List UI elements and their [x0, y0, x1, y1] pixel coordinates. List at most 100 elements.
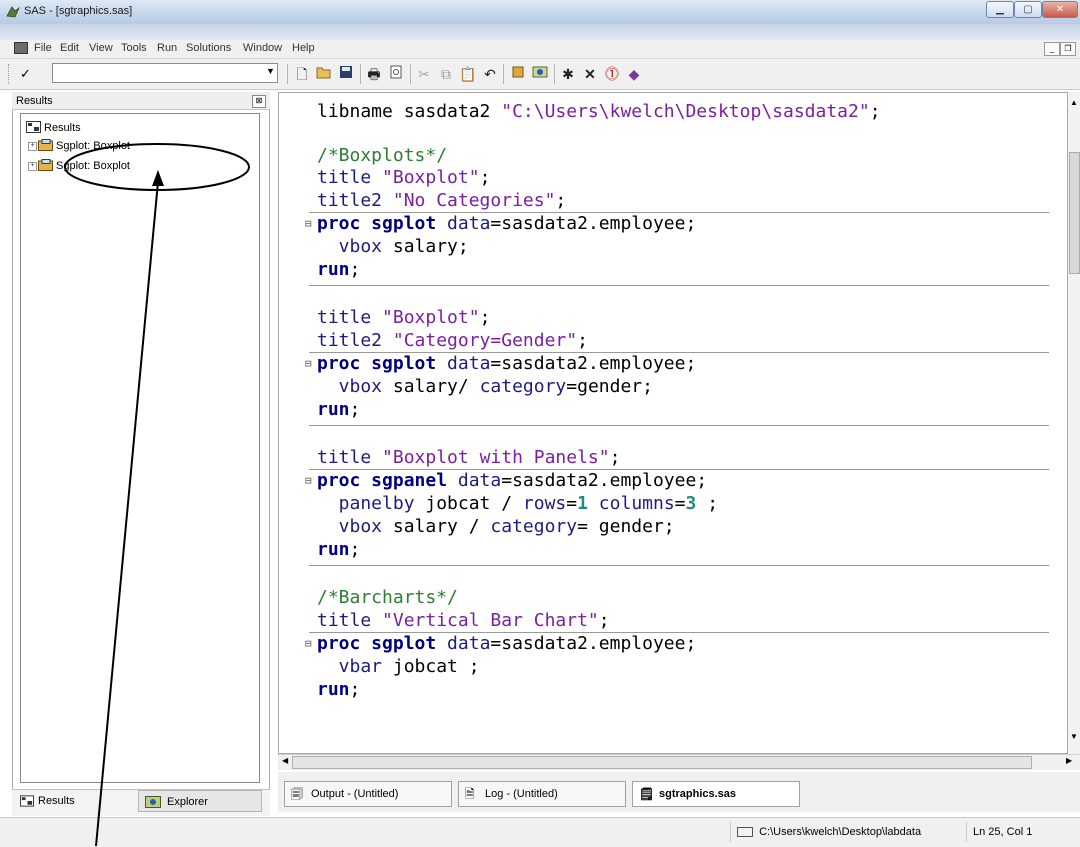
explorer-icon[interactable]: [530, 64, 550, 84]
code-line[interactable]: vbox salary/ category=gender;: [317, 376, 653, 397]
menu-window[interactable]: Window: [243, 42, 282, 54]
code-line[interactable]: run;: [317, 399, 360, 420]
clear-icon[interactable]: ✕: [580, 64, 600, 84]
window-title: SAS - [sgtraphics.sas]: [24, 5, 133, 17]
drive-icon: [737, 827, 753, 838]
step-separator: [309, 285, 1049, 286]
mdi-minimize-button[interactable]: _: [1044, 42, 1060, 56]
code-line[interactable]: proc sgplot data=sasdata2.employee;: [317, 633, 696, 654]
explorer-tab-icon: [145, 796, 161, 808]
code-line[interactable]: run;: [317, 259, 360, 280]
code-line[interactable]: run;: [317, 679, 360, 700]
vertical-scrollbar[interactable]: ▲ ▼: [1068, 92, 1080, 754]
status-path: C:\Users\kwelch\Desktop\labdata: [730, 822, 964, 842]
title-bar: [0, 0, 1080, 25]
run-icon[interactable]: ✱: [558, 64, 578, 84]
menu-edit[interactable]: Edit: [60, 42, 79, 54]
menu-solutions[interactable]: Solutions: [186, 42, 231, 54]
cut-icon[interactable]: ✂: [414, 64, 434, 84]
minimize-icon: ▁: [996, 4, 1004, 15]
program-editor[interactable]: libname sasdata2 "C:\Users\kwelch\Deskto…: [278, 92, 1068, 754]
results-tab-icon: [20, 795, 34, 807]
tab-explorer[interactable]: Explorer: [138, 790, 262, 812]
save-icon[interactable]: [336, 64, 356, 84]
menu-tools[interactable]: Tools: [121, 42, 147, 54]
open-icon[interactable]: [314, 64, 334, 84]
code-line[interactable]: vbox salary;: [317, 236, 469, 257]
horizontal-scrollbar[interactable]: ◀ ▶: [278, 754, 1080, 770]
maximize-icon: ▢: [1023, 4, 1033, 15]
expand-icon[interactable]: +: [28, 162, 37, 171]
command-box[interactable]: [52, 63, 278, 83]
menu-file[interactable]: File: [34, 42, 52, 54]
print-preview-icon[interactable]: [386, 64, 406, 84]
collapse-icon[interactable]: ⊟: [305, 217, 312, 230]
new-library-icon[interactable]: [508, 64, 528, 84]
maximize-button[interactable]: ▢: [1014, 1, 1042, 18]
sas-app-icon[interactable]: [6, 5, 20, 19]
help-icon[interactable]: ◆: [624, 64, 644, 84]
tab-log-label: Log - (Untitled): [485, 788, 558, 800]
document-menu-icon[interactable]: [14, 42, 28, 54]
tab-log[interactable]: 🗎 Log - (Untitled): [458, 781, 626, 807]
results-tree-item[interactable]: Sgplot: Boxplot: [56, 160, 130, 172]
toolbar-separator: [503, 64, 504, 84]
results-root-icon: [26, 121, 41, 133]
results-close-button[interactable]: ⊠: [252, 95, 266, 108]
results-panel-title: Results: [16, 95, 53, 107]
code-line[interactable]: title "Boxplot with Panels";: [317, 447, 620, 468]
results-tree-root[interactable]: Results: [44, 122, 81, 134]
mdi-restore-button[interactable]: ❐: [1060, 42, 1076, 56]
scroll-right-icon[interactable]: ▶: [1066, 756, 1072, 765]
results-tree-item[interactable]: Sgplot: Boxplot: [56, 140, 130, 152]
close-window-button[interactable]: ✕: [1042, 1, 1078, 18]
code-line[interactable]: panelby jobcat / rows=1 columns=3 ;: [317, 493, 718, 514]
horizontal-scroll-thumb[interactable]: [292, 756, 1032, 769]
code-line[interactable]: proc sgplot data=sasdata2.employee;: [317, 353, 696, 374]
paste-icon[interactable]: 📋: [458, 64, 478, 84]
code-line[interactable]: /*Barcharts*/: [317, 587, 458, 608]
output-folder-icon: [38, 139, 53, 151]
print-icon[interactable]: 🖶: [364, 64, 384, 84]
scroll-up-icon[interactable]: ▲: [1070, 98, 1078, 107]
code-line[interactable]: title2 "Category=Gender";: [317, 330, 588, 351]
code-line[interactable]: vbox salary / category= gender;: [317, 516, 675, 537]
code-line[interactable]: title2 "No Categories";: [317, 190, 566, 211]
code-line[interactable]: vbar jobcat ;: [317, 656, 480, 677]
tab-sgtraphics[interactable]: 🗒 sgtraphics.sas: [632, 781, 800, 807]
output-window-icon: 🗐: [291, 787, 303, 801]
output-folder-icon: [38, 159, 53, 171]
copy-icon[interactable]: ⧉: [436, 64, 456, 84]
new-icon[interactable]: 🗋: [292, 64, 312, 84]
step-separator: [309, 425, 1049, 426]
close-icon: ⊠: [255, 96, 263, 105]
collapse-icon[interactable]: ⊟: [305, 357, 312, 370]
code-line[interactable]: title "Boxplot";: [317, 167, 490, 188]
code-line[interactable]: libname sasdata2 "C:\Users\kwelch\Deskto…: [317, 101, 881, 122]
code-line[interactable]: run;: [317, 539, 360, 560]
scroll-left-icon[interactable]: ◀: [282, 756, 288, 765]
tab-results[interactable]: Results: [14, 790, 138, 812]
collapse-icon[interactable]: ⊟: [305, 637, 312, 650]
code-line[interactable]: title "Boxplot";: [317, 307, 490, 328]
tab-output[interactable]: 🗐 Output - (Untitled): [284, 781, 452, 807]
collapse-icon[interactable]: ⊟: [305, 474, 312, 487]
expand-icon[interactable]: +: [28, 142, 37, 151]
vertical-scroll-thumb[interactable]: [1069, 152, 1080, 274]
break-icon[interactable]: ⓵: [602, 64, 622, 84]
command-dropdown-icon[interactable]: ▼: [266, 66, 275, 76]
menu-run[interactable]: Run: [157, 42, 177, 54]
code-line[interactable]: proc sgpanel data=sasdata2.employee;: [317, 470, 707, 491]
menu-view[interactable]: View: [89, 42, 113, 54]
status-path-text: C:\Users\kwelch\Desktop\labdata: [759, 826, 922, 838]
code-line[interactable]: title "Vertical Bar Chart";: [317, 610, 610, 631]
command-check-icon[interactable]: ✓: [20, 66, 31, 82]
code-line[interactable]: proc sgplot data=sasdata2.employee;: [317, 213, 696, 234]
code-line[interactable]: /*Boxplots*/: [317, 145, 447, 166]
undo-icon[interactable]: ↶: [480, 64, 500, 84]
results-tree: [20, 113, 260, 783]
menu-help[interactable]: Help: [292, 42, 315, 54]
minimize-button[interactable]: ▁: [986, 1, 1014, 18]
scroll-down-icon[interactable]: ▼: [1070, 732, 1078, 741]
tab-explorer-label: Explorer: [167, 796, 208, 808]
